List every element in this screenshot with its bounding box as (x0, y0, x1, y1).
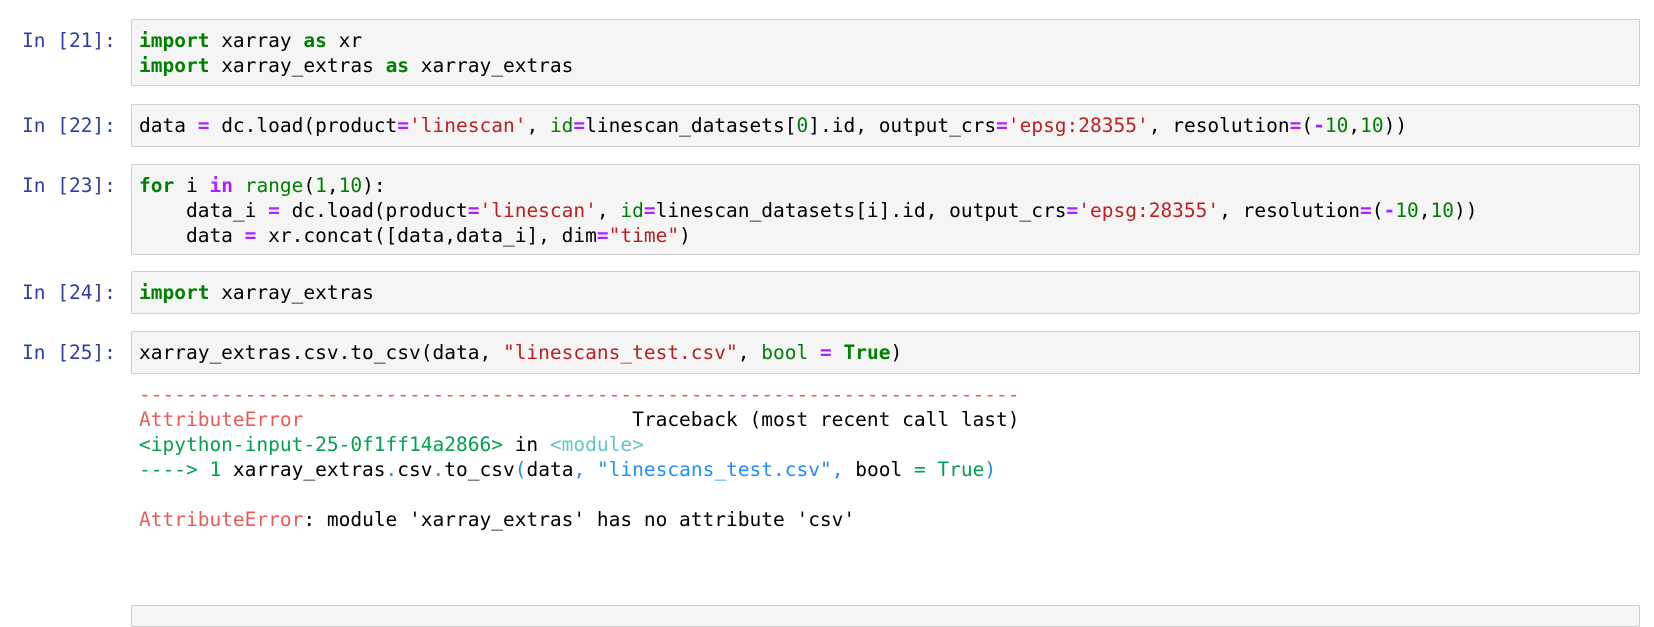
error-name: AttributeError (139, 408, 304, 431)
input-prompt: In [25]: (22, 341, 116, 364)
keyword: as (303, 29, 327, 52)
input-reference: <ipython-input-25-0f1ff14a2866> (139, 433, 503, 456)
code-text[interactable]: import xarray_extras (132, 272, 1639, 313)
code-editor[interactable]: for i in range(1,10): data_i = dc.load(p… (131, 164, 1640, 255)
empty-code-cell[interactable] (131, 605, 1640, 627)
traceback-text: in (502, 433, 550, 456)
input-prompt: In [22]: (22, 114, 116, 137)
code-editor[interactable]: import xarray_extras (131, 271, 1640, 314)
input-prompt: In [21]: (22, 29, 116, 52)
keyword: import (139, 29, 210, 52)
code-text[interactable]: for i in range(1,10): data_i = dc.load(p… (132, 165, 1639, 256)
module-reference: <module> (549, 433, 644, 456)
code-editor[interactable]: import xarray as xr import xarray_extras… (131, 19, 1640, 86)
traceback-header: Traceback (most recent call last) (303, 408, 1020, 431)
code-token: xarray_extras (209, 54, 386, 77)
traceback-arrow: ----> 1 (139, 458, 233, 481)
error-traceback: ----------------------------------------… (139, 383, 1020, 531)
code-token: xarray_extras (409, 54, 574, 77)
code-token: xarray (209, 29, 304, 52)
notebook: In [21]: import xarray as xr import xarr… (0, 0, 1654, 627)
keyword: as (385, 54, 410, 77)
code-token: xr (326, 29, 363, 52)
code-editor[interactable]: data = dc.load(product='linescan', id=li… (131, 104, 1640, 147)
code-editor[interactable]: xarray_extras.csv.to_csv(data, "linescan… (131, 331, 1640, 374)
traceback-separator: ----------------------------------------… (139, 383, 1020, 406)
input-prompt: In [24]: (22, 281, 116, 304)
error-name-final: AttributeError (139, 508, 304, 531)
error-message: : module 'xarray_extras' has no attribut… (303, 508, 856, 531)
keyword: import (139, 54, 210, 77)
code-text[interactable]: data = dc.load(product='linescan', id=li… (132, 105, 1639, 146)
input-prompt: In [23]: (22, 174, 116, 197)
code-text[interactable]: xarray_extras.csv.to_csv(data, "linescan… (132, 332, 1639, 373)
code-text[interactable]: import xarray as xr import xarray_extras… (132, 20, 1639, 86)
